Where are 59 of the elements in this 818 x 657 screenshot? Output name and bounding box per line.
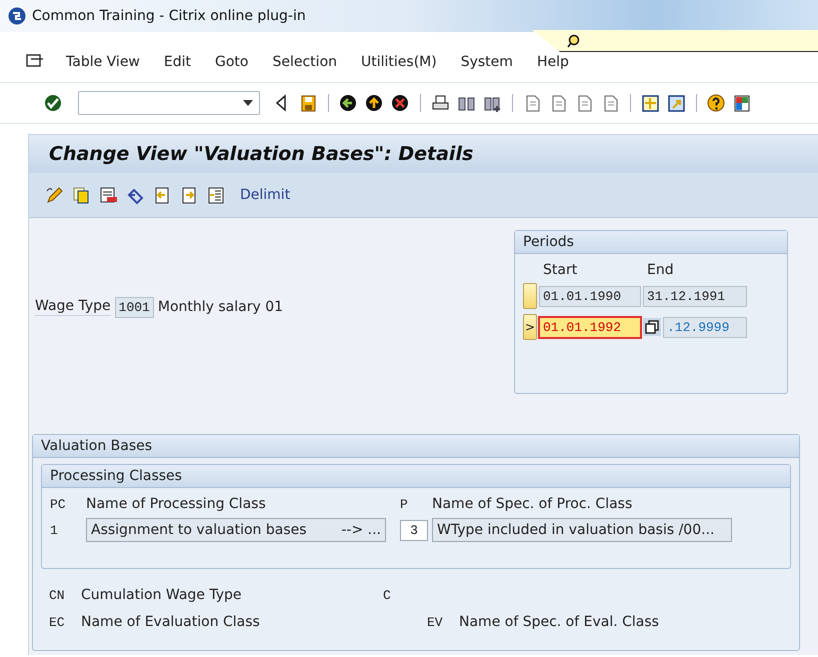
spec-name-field[interactable]: WType included in valuation basis /00... [432,518,732,542]
pencil-icon[interactable] [45,186,64,204]
printer-icon[interactable] [431,94,450,112]
field-code: EV [427,614,444,630]
menu-item[interactable]: Selection [260,54,350,70]
column-header: End [646,262,675,278]
dropdown-icon[interactable] [243,100,253,106]
group-box-title: Valuation Bases [33,435,799,458]
check-icon[interactable] [44,94,63,112]
field-code: C [383,588,392,602]
column-header: Start [542,262,578,278]
copy-icon[interactable] [643,318,661,336]
field-label: Wage Type [35,298,111,316]
column-code: PC [50,496,67,512]
delete-row-icon[interactable] [99,186,118,204]
menu-icon[interactable] [26,54,44,70]
start-date-field[interactable]: 01.01.1990 [539,286,641,306]
up-icon[interactable] [365,94,384,112]
shortcut-icon[interactable] [667,94,686,112]
end-date-field[interactable]: 31.12.1991 [643,286,747,306]
menu-item[interactable]: Goto [203,54,260,70]
list-page-icon[interactable] [207,186,226,204]
wage-type-field[interactable]: 1001 [114,296,154,318]
save-icon[interactable] [299,94,318,112]
field-value: Assignment to valuation bases [91,522,307,538]
menu-item[interactable]: Utilities(M) [349,54,449,70]
command-field[interactable] [78,91,260,115]
field-code: CN [49,588,66,602]
field-label: Name of Evaluation Class [81,614,261,630]
group-box-title: Periods [515,231,787,254]
copy-icon[interactable] [72,186,91,204]
column-header: Name of Spec. of Proc. Class [432,496,634,512]
column-code: P [400,496,409,512]
window-title: Common Training - Citrix online plug-in [32,8,306,24]
end-date-field[interactable]: .12.9999 [663,316,747,338]
layout-icon[interactable] [733,94,752,112]
menu-item[interactable]: Table View [54,54,152,70]
back-icon[interactable] [339,94,358,112]
window-icon[interactable] [641,94,660,112]
code-field: 1 [50,522,82,538]
field-label: Cumulation Wage Type [81,587,243,603]
column-header: Name of Processing Class [86,496,267,512]
app-logo-icon [8,7,26,25]
menu-item[interactable]: Help [524,54,581,70]
menu-item[interactable]: System [448,54,525,70]
start-date-field[interactable]: 01.01.1992 [539,316,641,338]
screen-title: Change View "Valuation Bases": Details [29,135,818,173]
delimit-button[interactable]: Delimit [240,187,290,203]
group-box-title: Processing Classes [42,465,790,488]
row-selector[interactable]: > [523,314,537,340]
field-suffix: --> ... [341,522,381,538]
processing-class-field[interactable]: Assignment to valuation bases --> ... [86,518,386,542]
cancel-icon[interactable] [391,94,410,112]
field-label: Name of Spec. of Eval. Class [459,614,660,630]
help-icon[interactable] [707,94,726,112]
spec-code-field[interactable]: 3 [400,520,428,540]
menu-item[interactable]: Edit [152,54,204,70]
field-code: EC [49,614,66,630]
field-description: Monthly salary 01 [158,299,284,315]
